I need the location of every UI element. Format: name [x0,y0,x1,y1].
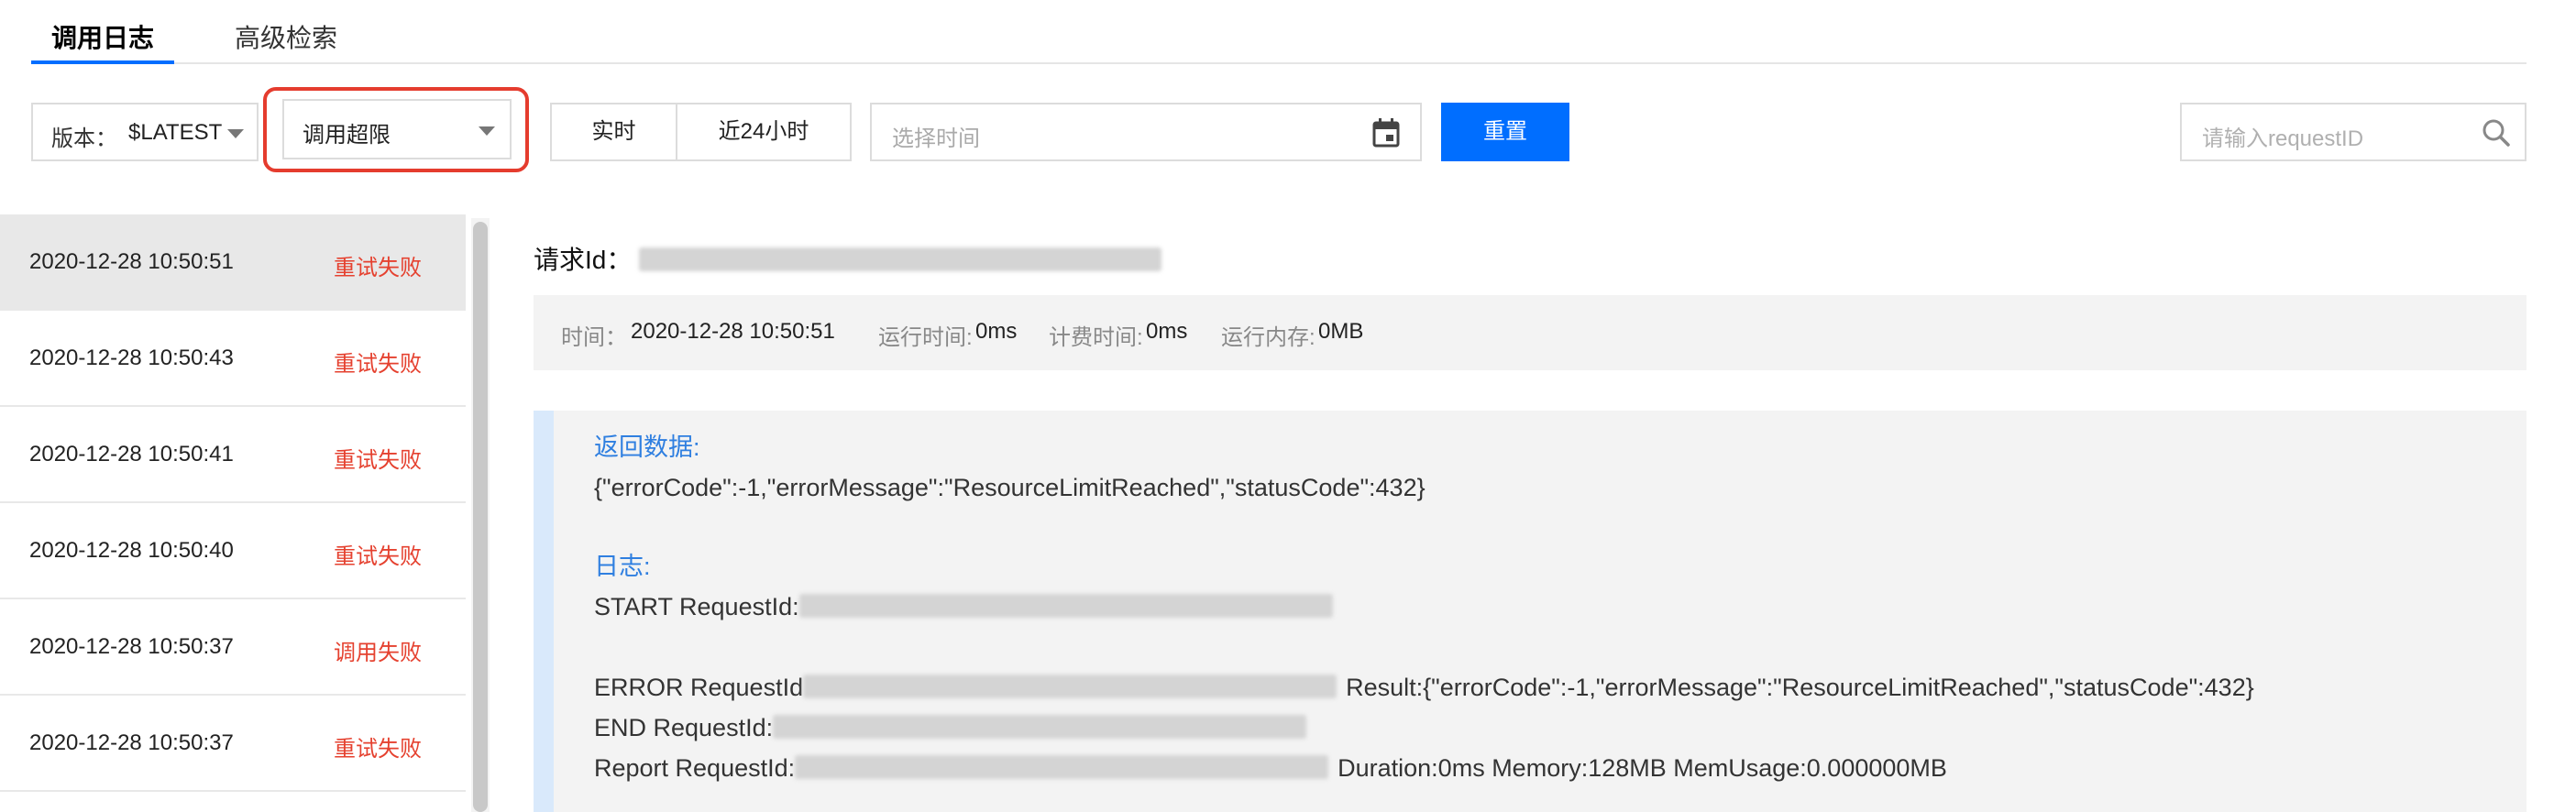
search-placeholder: 请输入requestID [2202,126,2364,151]
log-heading: 日志: [594,553,651,580]
log-report-prefix: Report RequestId: [594,754,796,782]
list-item-time: 2020-12-28 10:50:41 [29,442,234,466]
time-placeholder: 选择时间 [892,126,980,151]
chevron-down-icon [479,126,495,136]
invocation-meta: 时间： 2020-12-28 10:50:51 运行时间: 0ms 计费时间: … [534,295,2526,370]
request-id-search[interactable]: 请输入requestID [2180,103,2526,161]
redacted-request-id [639,247,1162,271]
list-item[interactable]: 2020-12-28 10:50:40 重试失败 [0,503,466,599]
request-id-label: 请求Id： [534,246,633,274]
log-error-suffix: Result:{"errorCode":-1,"errorMessage":"R… [1346,674,2254,701]
log-end-prefix: END RequestId: [594,714,774,741]
redacted-request-id [795,754,1329,779]
chevron-down-icon [227,129,244,138]
log-error-line: ERROR RequestId Result:{"errorCode":-1,"e… [594,667,2254,708]
log-start-line: START RequestId: [594,587,1333,627]
redacted-request-id [773,714,1307,739]
list-item-status: 重试失败 [334,256,422,280]
meta-bill-value: 0ms [1146,319,1188,344]
redacted-request-id [803,674,1338,698]
meta-bill-label: 计费时间: [1049,325,1143,350]
tab-bar: 调用日志 高级检索 [30,0,2526,64]
list-item[interactable]: 2020-12-28 10:50:43 重试失败 [0,311,466,407]
log-report-line: Report RequestId: Duration:0ms Memory:128… [594,748,1947,788]
meta-run-value: 0ms [975,319,1018,344]
realtime-button[interactable]: 实时 [550,103,677,161]
time-picker[interactable]: 选择时间 [870,103,1422,161]
meta-mem-label: 运行内存: [1221,325,1316,350]
meta-mem-value: 0MB [1318,319,1364,344]
list-item[interactable]: 2020-12-28 10:50:51 重试失败 [0,214,466,311]
request-id-row: 请求Id： [534,240,1162,277]
list-item[interactable]: 2020-12-28 10:50:37 重试失败 [0,696,466,792]
list-item-status: 重试失败 [334,544,422,569]
list-scrollbar-thumb[interactable] [473,222,488,812]
log-type-value: 调用超限 [303,123,391,148]
list-item-time: 2020-12-28 10:50:37 [29,730,234,755]
list-item[interactable]: 2020-12-28 10:50:41 重试失败 [0,407,466,503]
version-select[interactable]: 版本： $LATEST [31,103,259,161]
calendar-icon [1372,118,1400,148]
log-end-line: END RequestId: [594,708,1307,748]
log-start-prefix: START RequestId: [594,593,799,620]
list-item-status: 重试失败 [334,352,422,377]
meta-time-label: 时间： [561,325,627,350]
list-item-time: 2020-12-28 10:50:40 [29,538,234,563]
list-item-status: 重试失败 [334,448,422,473]
log-report-suffix: Duration:0ms Memory:128MB MemUsage:0.000… [1338,754,1947,782]
version-label: 版本： [51,126,117,151]
list-item-time: 2020-12-28 10:50:51 [29,249,234,274]
list-item[interactable]: 2020-12-28 10:50:37 调用失败 [0,599,466,696]
log-list: 2020-12-28 10:50:51 重试失败 2020-12-28 10:5… [0,214,466,812]
meta-time-value: 2020-12-28 10:50:51 [631,319,835,344]
last-24h-button[interactable]: 近24小时 [676,103,852,161]
return-data-body: {"errorCode":-1,"errorMessage":"Resource… [594,474,1426,501]
list-item-time: 2020-12-28 10:50:43 [29,346,234,370]
search-icon[interactable] [2481,117,2512,148]
log-output-panel: 返回数据: {"errorCode":-1,"errorMessage":"Re… [534,411,2526,812]
meta-run-label: 运行时间: [878,325,973,350]
tab-advanced-search[interactable]: 高级检索 [235,18,337,62]
return-data-heading: 返回数据: [594,433,700,461]
list-item-status: 重试失败 [334,737,422,762]
list-item-status: 调用失败 [334,641,422,665]
reset-button[interactable]: 重置 [1441,103,1569,161]
log-error-prefix: ERROR RequestId [594,674,804,701]
redacted-request-id [798,593,1333,618]
list-item-time: 2020-12-28 10:50:37 [29,634,234,659]
log-type-select[interactable]: 调用超限 [282,99,512,159]
tab-invocation-log[interactable]: 调用日志 [30,18,175,64]
